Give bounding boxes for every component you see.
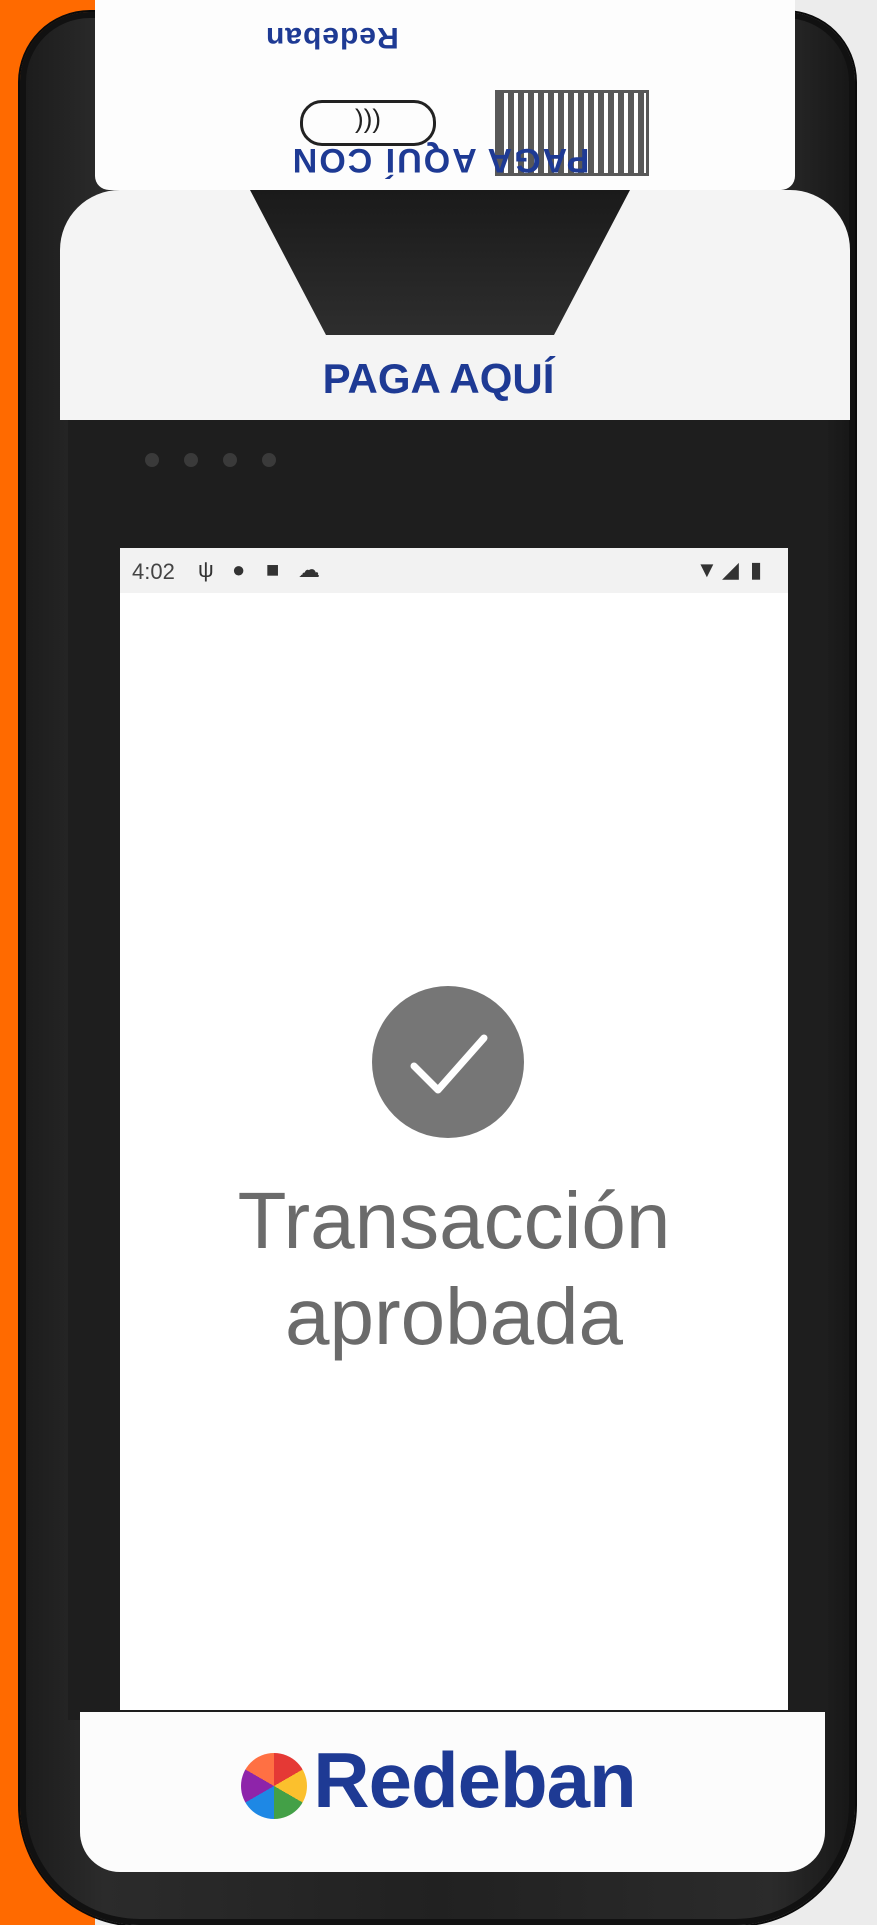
status-time: 4:02 — [132, 559, 175, 584]
check-icon — [372, 986, 524, 1138]
transaction-message: Transacción aprobada — [120, 1173, 788, 1365]
cloud-icon: ☁ — [298, 557, 320, 582]
brand-logo-bottom: Redeban — [0, 1735, 877, 1826]
brand-logo-top: Redeban — [265, 21, 399, 54]
message-line-1: Transacción — [237, 1176, 671, 1265]
battery-icon: ▮ — [750, 557, 763, 582]
screen-content: Transacción aprobada — [120, 593, 788, 1710]
wifi-icon: ▼ — [696, 557, 718, 582]
status-bar: 4:02 ψ ● ■ ☁ ▼ ◢ ▮ — [120, 548, 788, 593]
logo-icon: ● — [232, 557, 246, 582]
brand-name: Redeban — [313, 1736, 636, 1824]
sdcard-icon: ■ — [266, 557, 280, 582]
terminal-screen: 4:02 ψ ● ■ ☁ ▼ ◢ ▮ Transacción aprobada — [120, 548, 788, 1710]
message-line-2: aprobada — [284, 1272, 624, 1361]
signal-icon: ◢ — [722, 557, 739, 582]
redeban-logo-icon — [241, 1753, 308, 1820]
sticker-label: PAGA AQUÍ CON — [290, 141, 590, 179]
sensor-dots — [145, 453, 301, 472]
usb-icon: ψ — [198, 557, 214, 582]
pay-here-label: PAGA AQUÍ — [322, 355, 555, 402]
